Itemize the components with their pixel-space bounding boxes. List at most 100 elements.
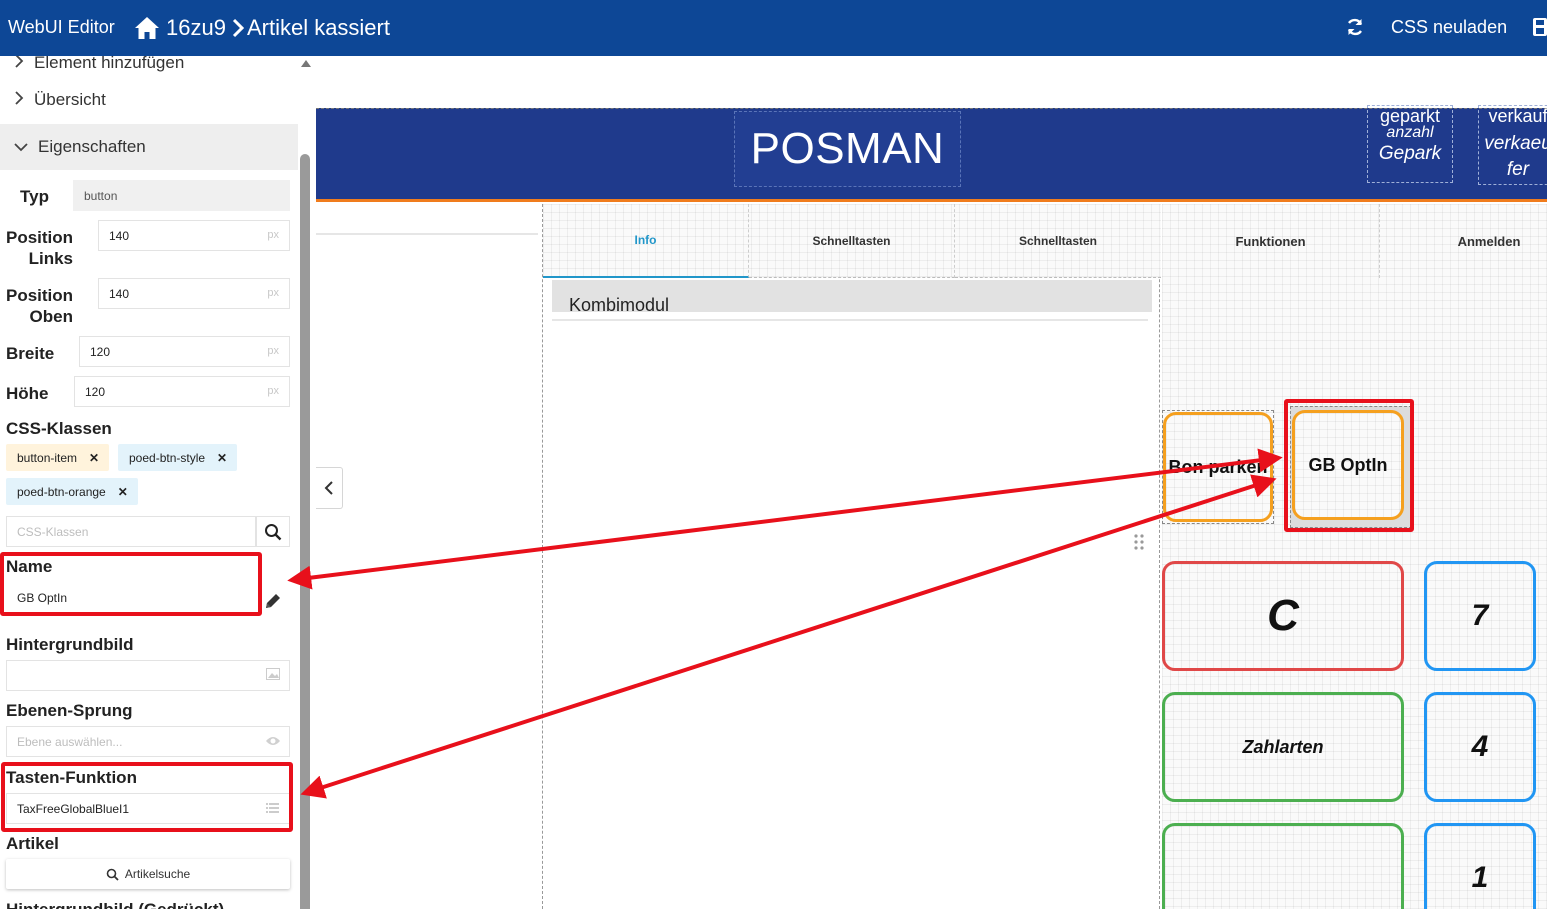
- breadcrumb-item-project[interactable]: 16zu9: [166, 15, 226, 41]
- key-one[interactable]: 1: [1424, 823, 1536, 909]
- article-label: Artikel: [6, 834, 59, 853]
- position-top-value: 140: [109, 286, 130, 301]
- type-value: button: [84, 188, 118, 203]
- background-image-label: Hintergrundbild: [6, 635, 134, 654]
- height-input[interactable]: 120 px: [74, 376, 290, 407]
- layer-jump-select[interactable]: Ebene auswählen...: [6, 726, 290, 757]
- position-left-value: 140: [109, 228, 130, 243]
- css-classes-label: CSS-Klassen: [6, 419, 112, 438]
- height-value: 120: [85, 384, 106, 399]
- remove-chip-icon[interactable]: ✕: [89, 451, 99, 465]
- header-parked-widget[interactable]: geparkt anzahl Gepark: [1367, 105, 1453, 183]
- position-top-input[interactable]: 140 px: [98, 278, 290, 309]
- tab-login[interactable]: Anmelden: [1380, 204, 1547, 278]
- type-label: Typ: [20, 187, 49, 206]
- divider: [552, 319, 1148, 321]
- accordion-properties[interactable]: Eigenschaften: [0, 124, 298, 170]
- position-left-input[interactable]: 140 px: [98, 220, 290, 251]
- header-sold-widget[interactable]: verkauf verkaeu fer: [1478, 105, 1547, 185]
- key-green-empty[interactable]: [1162, 823, 1404, 909]
- css-class-chip: poed-btn-orange ✕: [6, 478, 138, 505]
- unit-label: px: [267, 229, 279, 241]
- reload-css-button[interactable]: CSS neuladen: [1391, 17, 1507, 38]
- background-image-pressed-label: Hintergrundbild (Gedrückt): [6, 899, 224, 909]
- article-search-button[interactable]: Artikelsuche: [6, 859, 290, 889]
- tab-functions[interactable]: Funktionen: [1162, 204, 1380, 278]
- annotation-highlight-key-function: [1, 762, 293, 832]
- layer-jump-label: Ebenen-Sprung: [6, 701, 133, 720]
- header-title[interactable]: POSMAN: [734, 111, 961, 187]
- width-value: 120: [90, 344, 111, 359]
- remove-chip-icon[interactable]: ✕: [118, 485, 128, 499]
- image-icon[interactable]: [266, 668, 280, 683]
- search-icon: [106, 868, 119, 881]
- sold-line-2: verkaeu: [1484, 133, 1547, 154]
- eye-icon[interactable]: [265, 735, 281, 750]
- breadcrumb: 16zu9 Artikel kassiert: [134, 14, 390, 42]
- type-field: button: [73, 180, 290, 211]
- key-four[interactable]: 4: [1424, 692, 1536, 802]
- save-icon[interactable]: [1533, 18, 1547, 41]
- annotation-highlight-key: [1284, 399, 1414, 532]
- width-input[interactable]: 120 px: [79, 336, 290, 367]
- css-classes-placeholder: CSS-Klassen: [17, 524, 89, 539]
- accordion-overview[interactable]: Übersicht: [0, 77, 298, 123]
- left-pane: [316, 206, 542, 909]
- search-icon[interactable]: [256, 516, 290, 547]
- article-search-label: Artikelsuche: [124, 867, 191, 881]
- chevron-down-icon: [14, 137, 28, 157]
- collapse-chevron-icon: [324, 481, 333, 495]
- middle-pane: Info Schnelltasten Schnelltasten Kombimo…: [542, 204, 1161, 909]
- reload-icon[interactable]: [1345, 17, 1365, 42]
- right-pane: Funktionen Anmelden Bon parken GB OptIn …: [1162, 204, 1547, 909]
- css-class-chip-label: button-item: [17, 450, 78, 465]
- css-class-chip: button-item ✕: [6, 444, 110, 471]
- sidebar-scrollbar[interactable]: [298, 56, 316, 909]
- position-top-label-line1: Position: [6, 286, 74, 305]
- top-bar: WebUI Editor 16zu9 Artikel kassiert CSS …: [0, 0, 1547, 56]
- accordion-label: Element hinzufügen: [34, 56, 185, 72]
- css-class-chip: poed-btn-style ✕: [118, 444, 238, 471]
- breadcrumb-item-page[interactable]: Artikel kassiert: [247, 15, 390, 41]
- pencil-icon[interactable]: [263, 591, 283, 616]
- properties-sidebar: Element hinzufügen Übersicht Eigenschaft…: [0, 56, 316, 909]
- scroll-up-arrow-icon[interactable]: [301, 60, 311, 67]
- position-top-label-line2: Oben: [29, 307, 73, 326]
- key-seven[interactable]: 7: [1424, 561, 1536, 671]
- css-classes-input[interactable]: CSS-Klassen: [6, 516, 256, 547]
- unit-label: px: [267, 385, 279, 397]
- key-clear[interactable]: C: [1162, 561, 1404, 671]
- chevron-right-icon: [14, 90, 24, 110]
- key-bon-parken[interactable]: Bon parken: [1163, 412, 1273, 522]
- background-image-input[interactable]: [6, 660, 290, 691]
- pos-header: POSMAN geparkt anzahl Gepark verkauf ver…: [316, 105, 1547, 202]
- scrollbar-thumb[interactable]: [300, 154, 310, 909]
- collapse-sidebar-button[interactable]: [316, 467, 343, 509]
- parked-line-3: Gepark: [1378, 143, 1442, 164]
- drag-handle-icon[interactable]: [1134, 534, 1144, 555]
- module-title: Kombimodul: [552, 280, 1152, 314]
- parked-line-1: geparkt: [1379, 106, 1441, 126]
- position-top-label: Position Oben: [6, 285, 73, 327]
- unit-label: px: [267, 287, 279, 299]
- tab-quickkeys-1[interactable]: Schnelltasten: [749, 204, 955, 278]
- tab-info[interactable]: Info: [543, 204, 749, 278]
- app-title: WebUI Editor: [8, 17, 115, 37]
- chevron-right-icon: [14, 56, 24, 73]
- sold-line-3: fer: [1506, 159, 1530, 180]
- position-left-label: Position Links: [6, 227, 73, 269]
- position-left-label-line1: Position: [6, 228, 74, 247]
- chevron-right-icon: [232, 18, 244, 38]
- remove-chip-icon[interactable]: ✕: [217, 451, 227, 465]
- layer-jump-placeholder: Ebene auswählen...: [17, 734, 123, 749]
- divider: [316, 233, 538, 235]
- key-payment-types[interactable]: Zahlarten: [1162, 692, 1404, 802]
- home-icon[interactable]: [134, 16, 160, 40]
- accordion-label: Übersicht: [34, 90, 106, 109]
- tab-quickkeys-2[interactable]: Schnelltasten: [955, 204, 1161, 278]
- height-label: Höhe: [6, 384, 49, 403]
- sold-line-1: verkauf: [1488, 106, 1547, 126]
- annotation-highlight-name: [0, 552, 262, 616]
- unit-label: px: [267, 345, 279, 357]
- accordion-label: Eigenschaften: [38, 137, 146, 156]
